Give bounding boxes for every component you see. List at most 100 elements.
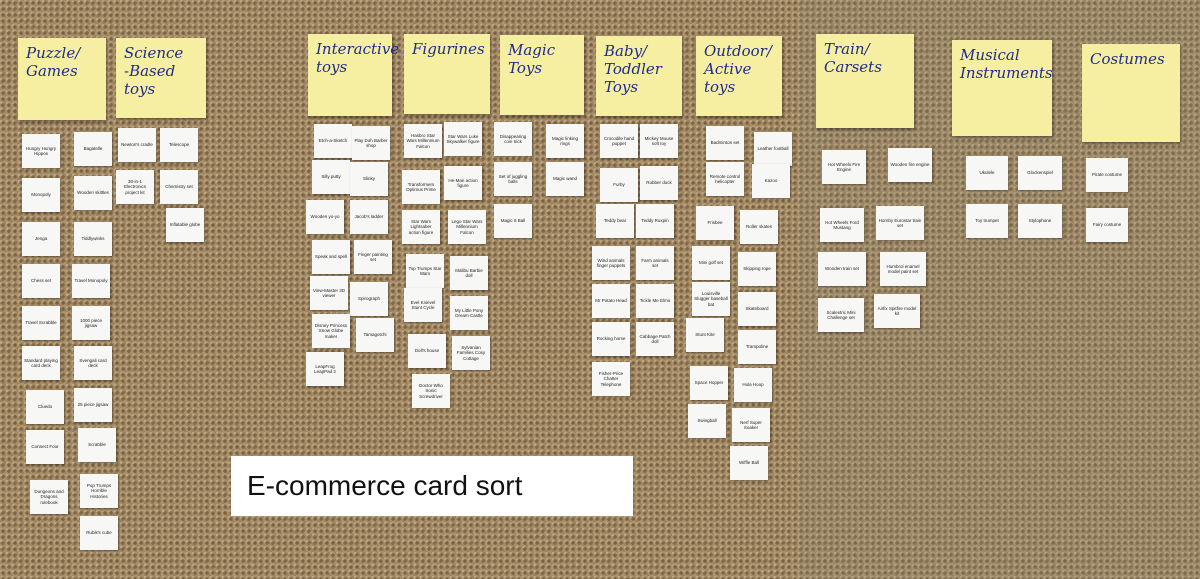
- sort-card: Hornby Eurostar train set: [876, 206, 924, 240]
- sort-card: Star Wars Luke Skywalker figure: [444, 122, 482, 156]
- sort-card: Badminton set: [706, 126, 744, 160]
- sort-card: Hot Wheels Fire Engine: [822, 150, 866, 184]
- sort-card: 1000 piece jigsaw: [72, 306, 110, 340]
- sort-card: Mini golf set: [692, 246, 730, 280]
- sort-card: Silly putty: [312, 160, 350, 194]
- category-costumes: Costumes: [1082, 44, 1180, 142]
- sort-card: Toy trumpet: [966, 204, 1008, 238]
- sort-card: Etch-a-Sketch: [314, 124, 352, 158]
- sort-card: Remote control helicopter: [706, 162, 744, 196]
- sort-card: Cluedo: [26, 390, 64, 424]
- sort-card: Transformers Optimus Prime: [402, 170, 440, 204]
- sort-card: Nerf Super Soaker: [732, 408, 770, 442]
- sort-card: 30-in-1 Electronics project kit: [116, 170, 154, 204]
- sort-card: Teddy bear: [596, 204, 634, 238]
- sort-card: Frisbee: [696, 206, 734, 240]
- sort-card: Lego Star Wars Millennium Falcon: [448, 210, 486, 244]
- caption-label: E-commerce card sort: [231, 456, 633, 516]
- sort-card: Disappearing coin trick: [494, 122, 532, 156]
- category-interactive-toys: Interactive toys: [308, 34, 399, 116]
- sort-card: Wooden train set: [818, 252, 866, 286]
- category-musical-instruments: Musical Instruments: [952, 40, 1053, 136]
- sort-card: Evel Knievel Stunt Cycle: [404, 288, 442, 322]
- sort-card: Disney Princess Snow Globe maker: [312, 314, 350, 348]
- sort-card: Magic wand: [546, 162, 584, 196]
- sort-card: Swingball: [688, 404, 726, 438]
- sort-card: Glockenspiel: [1018, 156, 1062, 190]
- category-baby-toddler-toys: Baby/ Toddler Toys: [596, 36, 682, 116]
- sort-card: Hula Hoop: [734, 368, 772, 402]
- sort-card: Travel Scrabble: [22, 306, 60, 340]
- sort-card: Hot Wheels Ford Mustang: [820, 208, 864, 242]
- sort-card: Skateboard: [738, 292, 776, 326]
- sort-card: Crocodile hand puppet: [600, 124, 638, 158]
- sort-card: Chess set: [22, 264, 60, 298]
- sort-card: Rocking horse: [592, 322, 630, 356]
- sort-card: Monopoly: [22, 178, 60, 212]
- sort-card: Magic linking rings: [546, 124, 584, 158]
- sort-card: Speak and spell: [312, 240, 350, 274]
- sort-card: Rubik's cube: [80, 516, 118, 550]
- sort-card: Bagatelle: [74, 132, 112, 166]
- sort-card: Travel Monopoly: [72, 264, 110, 298]
- sort-card: Furby: [600, 168, 638, 202]
- sort-card: View-Master 3D viewer: [310, 276, 348, 310]
- sort-card: Stylophone: [1018, 204, 1062, 238]
- sort-card: 25 piece jigsaw: [74, 388, 112, 422]
- sort-card: Set of juggling balls: [494, 162, 532, 196]
- sort-card: Star Wars Lightsaber action figure: [402, 210, 440, 244]
- sort-card: Standard playing card deck: [22, 346, 60, 380]
- category-magic-toys: Magic Toys: [500, 35, 584, 115]
- sort-card: Inflatable globe: [166, 208, 204, 242]
- sort-card: Rubber duck: [640, 166, 678, 200]
- sort-card: Slinky: [350, 162, 388, 196]
- sort-card: Pop Trumps Horrible Histories: [80, 474, 118, 508]
- sort-card: Jenga: [22, 222, 60, 256]
- sort-card: My Little Pony Dream Castle: [450, 296, 488, 330]
- sort-card: Trampoline: [738, 330, 776, 364]
- sort-card: Airfix Spitfire model kit: [874, 294, 920, 328]
- sort-card: Skipping rope: [738, 252, 776, 286]
- category-train-carsets: Train/ Carsets: [816, 34, 914, 128]
- category-science-based-toys: Science -Based toys: [116, 38, 206, 118]
- category-figurines: Figurines: [404, 34, 490, 114]
- sort-card: Finger painting set: [354, 240, 392, 274]
- sort-card: Pirate costume: [1086, 158, 1128, 192]
- sort-card: Top Trumps Star Wars: [406, 254, 444, 288]
- sort-card: Tamagotchi: [356, 318, 394, 352]
- sort-card: Humbrol enamel model paint set: [880, 252, 926, 286]
- sort-card: Chemistry set: [160, 170, 198, 204]
- sort-card: Space Hopper: [690, 366, 728, 400]
- sort-card: Ukulele: [966, 156, 1008, 190]
- sort-card: Malibu Barbie doll: [450, 256, 488, 290]
- sort-card: Jacob's ladder: [350, 200, 388, 234]
- sort-card: Wind animals finger puppets: [592, 246, 630, 280]
- sort-card: Mr Potato Head: [592, 284, 630, 318]
- sort-card: Kazoo: [752, 164, 790, 198]
- sort-card: Hasbro Star Wars Millennium Falcon: [404, 124, 442, 158]
- sort-card: Spirograph: [350, 282, 388, 316]
- sort-card: Doctor Who Sonic Screwdriver: [412, 374, 450, 408]
- category-puzzle-games: Puzzle/ Games: [18, 38, 106, 120]
- sort-card: Roller skates: [740, 210, 778, 244]
- sort-card: Newton's cradle: [118, 128, 156, 162]
- sort-card: Fisher-Price Chatter Telephone: [592, 362, 630, 396]
- sort-card: Wooden yo-yo: [306, 200, 344, 234]
- sort-card: Magic 8 Ball: [494, 204, 532, 238]
- sort-card: Connect Four: [26, 430, 64, 464]
- sort-card: LeapFrog LeapPad 2: [306, 352, 344, 386]
- sort-card: Stunt Kite: [686, 318, 724, 352]
- sort-card: Wooden skittles: [74, 176, 112, 210]
- sort-card: Mickey Mouse soft toy: [640, 124, 678, 158]
- sort-card: Svengali card deck: [74, 346, 112, 380]
- sort-card: Play Doh Barber shop: [352, 126, 390, 160]
- sort-card: Doll's house: [408, 334, 446, 368]
- sort-card: Louisville Slugger baseball bat: [692, 282, 730, 316]
- sort-card: Sylvanian Families Cosy Cottage: [452, 336, 490, 370]
- sort-card: Scrabble: [78, 428, 116, 462]
- sort-card: Tiddlywinks: [74, 222, 112, 256]
- sort-card: Scalextric Mini Challenge set: [818, 298, 864, 332]
- sort-card: Leather football: [754, 132, 792, 166]
- sort-card: Wiffle Ball: [730, 446, 768, 480]
- sort-card: Cabbage Patch doll: [636, 322, 674, 356]
